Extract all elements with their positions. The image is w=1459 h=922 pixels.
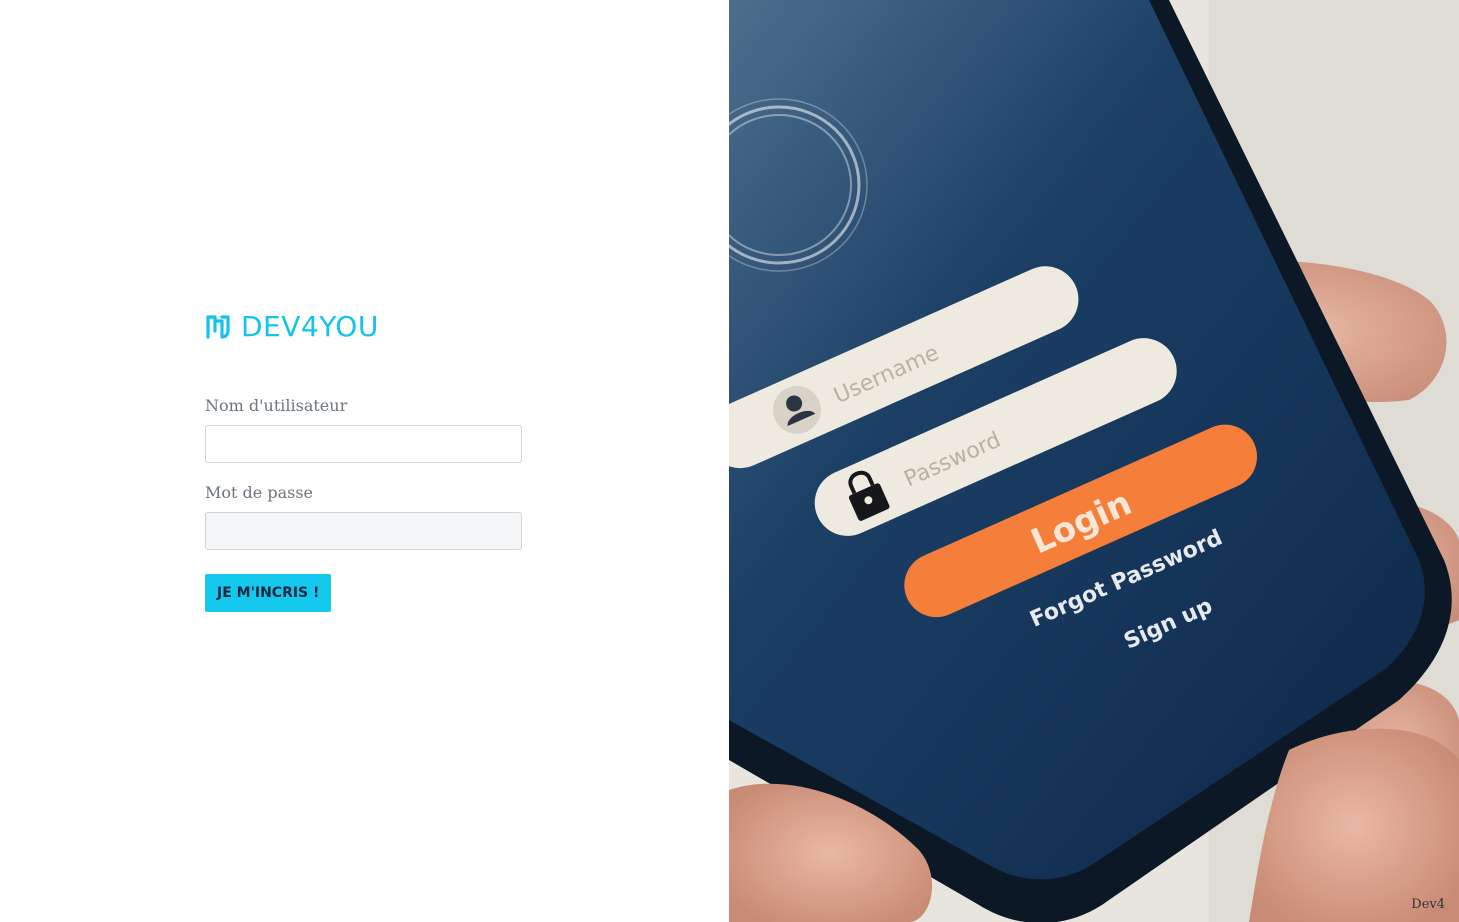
brand-logo: DEV4YOU [205, 310, 379, 343]
username-input[interactable] [205, 425, 522, 463]
brand-name: DEV4YOU [241, 310, 379, 343]
username-field-group: Nom d'utilisateur [205, 396, 522, 463]
username-label: Nom d'utilisateur [205, 396, 348, 415]
password-field-group: Mot de passe [205, 483, 522, 550]
hero-image: Username Password Login Forgot Password … [729, 0, 1459, 922]
left-panel: DEV4YOU Nom d'utilisateur Mot de passe J… [0, 0, 729, 922]
phone-login-photo: Username Password Login Forgot Password … [729, 0, 1459, 922]
dev4you-logo-icon [206, 314, 230, 339]
password-label: Mot de passe [205, 483, 313, 502]
footer-credit: Dev4 [1411, 897, 1445, 912]
signup-form: Nom d'utilisateur Mot de passe JE M'INCR… [205, 396, 522, 612]
password-input[interactable] [205, 512, 522, 550]
signup-button[interactable]: JE M'INCRIS ! [205, 574, 332, 612]
